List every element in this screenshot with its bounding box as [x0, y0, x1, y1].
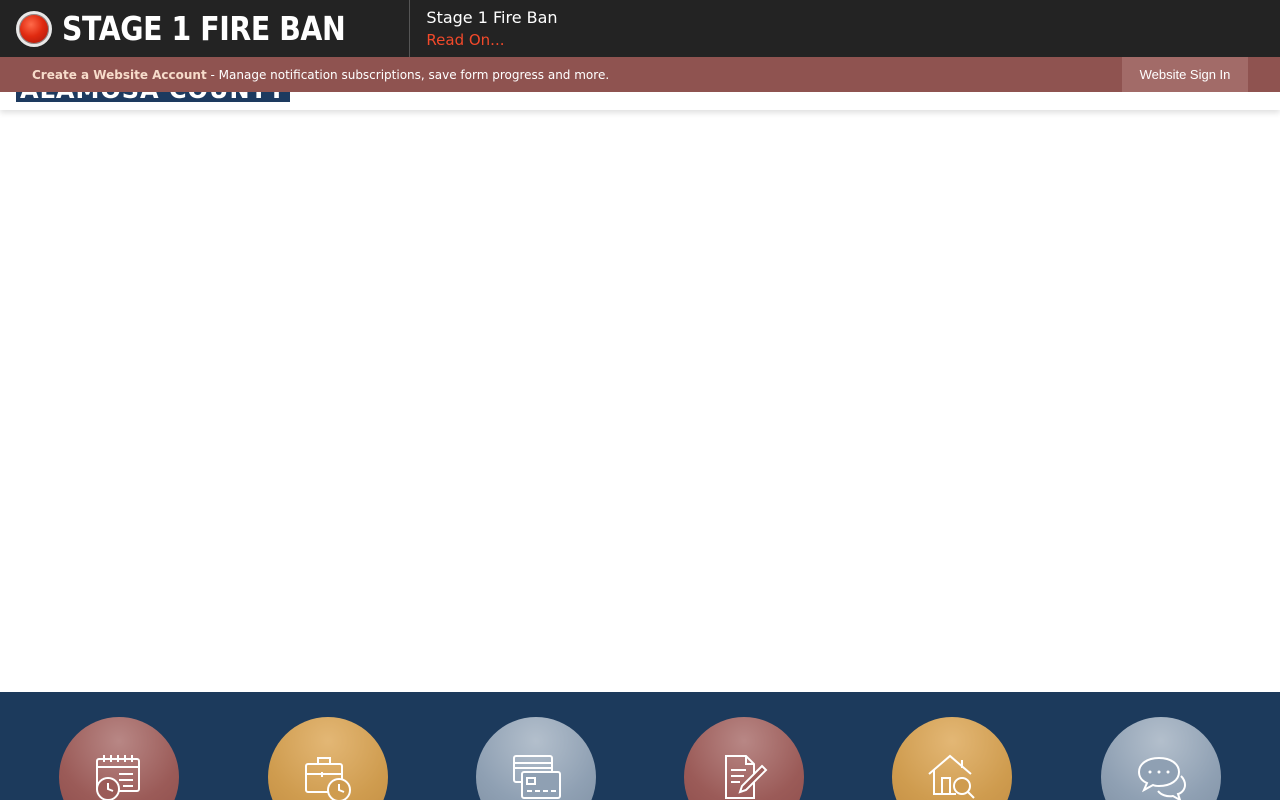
quick-link-payments[interactable] — [476, 717, 596, 800]
quick-link-calendar[interactable] — [59, 717, 179, 800]
quick-link-contact[interactable] — [1101, 717, 1221, 800]
alert-banner-title: STAGE 1 FIRE BAN — [62, 9, 346, 48]
chat-bubbles-icon — [1137, 756, 1187, 800]
alert-details: Stage 1 Fire Ban Read On... — [410, 0, 557, 57]
site-header: ALAMOSA COUNTY — [0, 92, 1280, 110]
create-account-link[interactable]: Create a Website Account — [32, 68, 207, 82]
main-content — [0, 110, 1280, 692]
alert-light-icon — [16, 10, 52, 47]
alert-read-on-link[interactable]: Read On... — [426, 29, 557, 51]
website-sign-in-button[interactable]: Website Sign In — [1122, 57, 1248, 92]
county-logo[interactable]: ALAMOSA COUNTY — [16, 92, 291, 102]
quick-link-services[interactable] — [268, 717, 388, 800]
alert-banner[interactable]: STAGE 1 FIRE BAN — [0, 0, 411, 57]
account-bar: Create a Website Account - Manage notifi… — [0, 57, 1280, 92]
briefcase-clock-icon — [305, 757, 351, 800]
quick-links-band — [0, 692, 1280, 800]
house-search-icon — [928, 754, 975, 799]
emergency-alert-bar: STAGE 1 FIRE BAN Stage 1 Fire Ban Read O… — [0, 0, 1280, 57]
account-bar-description: - Manage notification subscriptions, sav… — [206, 67, 610, 82]
account-bar-text: Create a Website Account - Manage notifi… — [32, 68, 609, 82]
alert-headline: Stage 1 Fire Ban — [426, 7, 558, 27]
quick-link-property-search[interactable] — [892, 717, 1012, 800]
document-pen-icon — [725, 755, 768, 799]
payment-card-icon — [513, 755, 561, 799]
calendar-clock-icon — [96, 755, 140, 800]
quick-link-forms[interactable] — [684, 717, 804, 800]
